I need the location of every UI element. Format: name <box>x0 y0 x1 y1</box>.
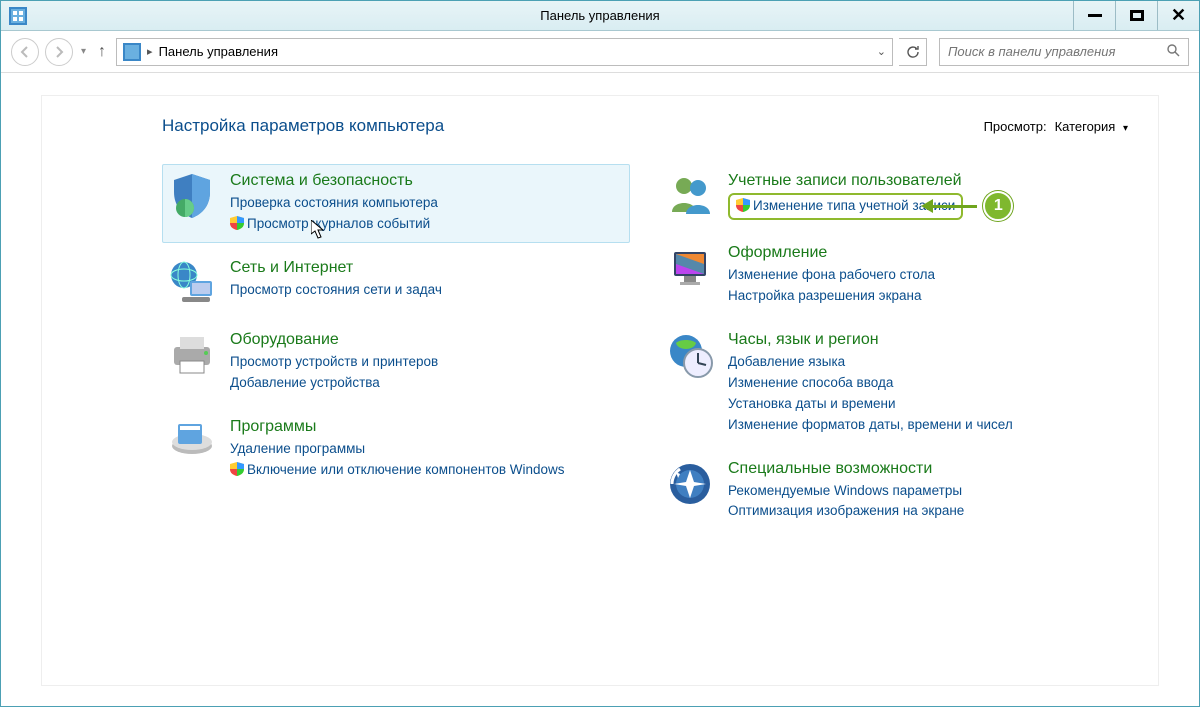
search-icon[interactable] <box>1166 43 1180 60</box>
minimize-button[interactable] <box>1073 1 1115 30</box>
link-devices-printers[interactable]: Просмотр устройств и принтеров <box>230 352 438 373</box>
view-value: Категория <box>1055 119 1116 134</box>
content-area: Настройка параметров компьютера Просмотр… <box>1 73 1199 706</box>
category-appearance[interactable]: Оформление Изменение фона рабочего стола… <box>660 236 1128 315</box>
annotation-arrow: 1 <box>967 191 1013 221</box>
link-input-method[interactable]: Изменение способа ввода <box>728 373 1013 394</box>
page-heading: Настройка параметров компьютера <box>162 116 444 136</box>
chevron-down-icon: ▾ <box>1123 123 1128 134</box>
category-programs[interactable]: Программы Удаление программы Включение и… <box>162 410 630 489</box>
address-dropdown-icon[interactable]: ⌄ <box>877 45 886 58</box>
view-dropdown[interactable]: Категория ▾ <box>1055 119 1128 134</box>
control-panel-window: Панель управления ✕ ▾ ↑ ▸ Панель управле… <box>0 0 1200 707</box>
link-windows-features[interactable]: Включение или отключение компонентов Win… <box>230 460 565 481</box>
category-network-internet[interactable]: Сеть и Интернет Просмотр состояния сети … <box>162 251 630 315</box>
shield-computer-icon <box>168 172 216 220</box>
link-uninstall-program[interactable]: Удаление программы <box>230 439 565 460</box>
link-add-device[interactable]: Добавление устройства <box>230 373 438 394</box>
link-date-time[interactable]: Установка даты и времени <box>728 394 1013 415</box>
link-recommended-settings[interactable]: Рекомендуемые Windows параметры <box>728 481 964 502</box>
left-column: Система и безопасность Проверка состояни… <box>162 164 630 538</box>
link-add-language[interactable]: Добавление языка <box>728 352 1013 373</box>
window-controls: ✕ <box>1073 1 1199 30</box>
search-box[interactable] <box>939 38 1189 66</box>
category-hardware[interactable]: Оборудование Просмотр устройств и принте… <box>162 323 630 402</box>
back-button[interactable] <box>11 38 39 66</box>
users-icon <box>666 172 714 220</box>
category-title[interactable]: Сеть и Интернет <box>230 259 442 277</box>
maximize-button[interactable] <box>1115 1 1157 30</box>
category-user-accounts[interactable]: Учетные записи пользователей Изменение т… <box>660 164 1128 228</box>
titlebar[interactable]: Панель управления ✕ <box>1 1 1199 31</box>
close-button[interactable]: ✕ <box>1157 1 1199 30</box>
link-formats[interactable]: Изменение форматов даты, времени и чисел <box>728 415 1013 436</box>
category-title[interactable]: Оформление <box>728 244 935 262</box>
category-title[interactable]: Программы <box>230 418 565 436</box>
category-title[interactable]: Оборудование <box>230 331 438 349</box>
view-label: Просмотр: <box>984 119 1047 134</box>
breadcrumb-root[interactable]: Панель управления <box>159 44 278 59</box>
history-dropdown-icon[interactable]: ▾ <box>79 46 88 57</box>
programs-icon <box>168 418 216 466</box>
category-title[interactable]: Система и безопасность <box>230 172 438 190</box>
uac-shield-icon <box>736 198 750 212</box>
category-title[interactable]: Учетные записи пользователей <box>728 172 963 190</box>
window-title: Панель управления <box>1 8 1199 23</box>
control-panel-icon <box>9 7 27 25</box>
up-button[interactable]: ↑ <box>94 43 110 61</box>
appearance-icon <box>666 244 714 292</box>
category-ease-of-access[interactable]: Специальные возможности Рекомендуемые Wi… <box>660 452 1128 531</box>
search-input[interactable] <box>948 44 1166 59</box>
link-network-status[interactable]: Просмотр состояния сети и задач <box>230 280 442 301</box>
category-system-security[interactable]: Система и безопасность Проверка состояни… <box>162 164 630 243</box>
category-title[interactable]: Специальные возможности <box>728 460 964 478</box>
category-title[interactable]: Часы, язык и регион <box>728 331 1013 349</box>
link-screen-resolution[interactable]: Настройка разрешения экрана <box>728 286 935 307</box>
link-optimize-display[interactable]: Оптимизация изображения на экране <box>728 501 964 522</box>
navigation-bar: ▾ ↑ ▸ Панель управления ⌄ <box>1 31 1199 73</box>
annotation-badge: 1 <box>983 191 1013 221</box>
network-internet-icon <box>168 259 216 307</box>
ease-of-access-icon <box>666 460 714 508</box>
uac-shield-icon <box>230 462 244 476</box>
breadcrumb-icon <box>123 43 141 61</box>
address-bar[interactable]: ▸ Панель управления ⌄ <box>116 38 893 66</box>
uac-shield-icon <box>230 216 244 230</box>
right-column: Учетные записи пользователей Изменение т… <box>660 164 1128 538</box>
link-desktop-background[interactable]: Изменение фона рабочего стола <box>728 265 935 286</box>
chevron-right-icon: ▸ <box>147 45 153 58</box>
category-clock-language-region[interactable]: Часы, язык и регион Добавление языка Изм… <box>660 323 1128 444</box>
refresh-button[interactable] <box>899 38 927 66</box>
printer-icon <box>168 331 216 379</box>
link-check-computer-status[interactable]: Проверка состояния компьютера <box>230 193 438 214</box>
forward-button[interactable] <box>45 38 73 66</box>
link-view-event-logs[interactable]: Просмотр журналов событий <box>230 214 438 235</box>
clock-region-icon <box>666 331 714 379</box>
